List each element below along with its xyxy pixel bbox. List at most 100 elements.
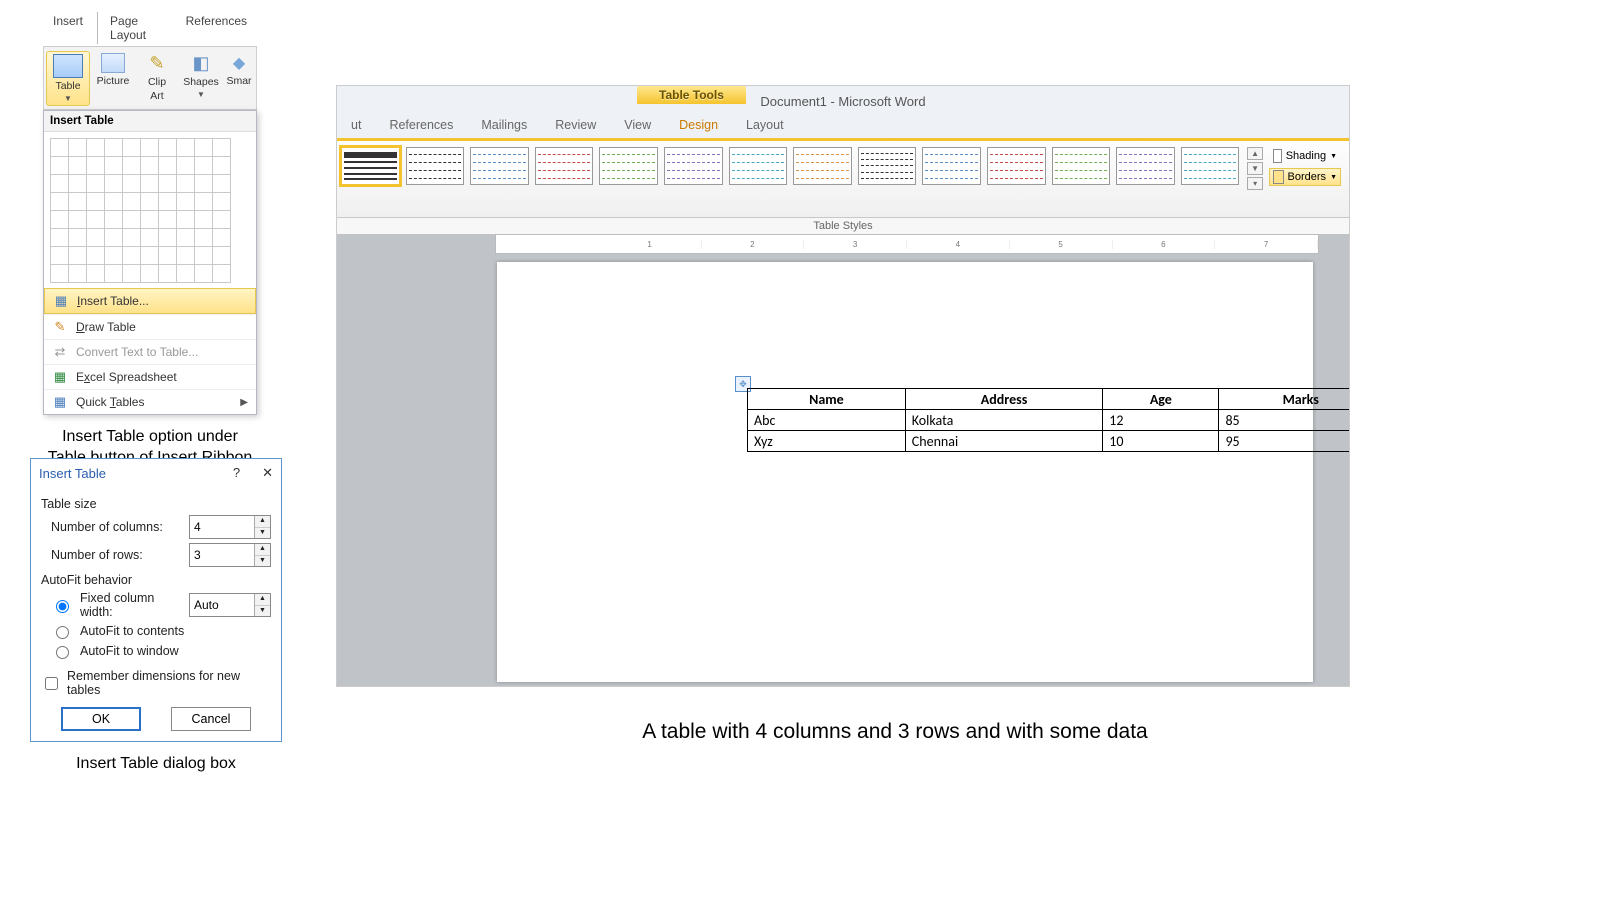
document-table[interactable]: NameAddressAgeMarks AbcKolkata1285XyzChe… [747, 388, 1350, 452]
spin-down-icon[interactable]: ▼ [255, 556, 270, 567]
draw-table-item[interactable]: ✎ Draw Table [44, 314, 256, 339]
grid-cell[interactable] [140, 174, 159, 193]
grid-cell[interactable] [68, 156, 87, 175]
grid-cell[interactable] [104, 174, 123, 193]
grid-cell[interactable] [176, 156, 195, 175]
grid-cell[interactable] [176, 246, 195, 265]
tab-references[interactable]: References [375, 110, 467, 138]
table-row[interactable]: XyzChennai1095 [748, 431, 1351, 452]
grid-cell[interactable] [122, 210, 141, 229]
table-style-thumb[interactable] [1052, 147, 1111, 185]
grid-cell[interactable] [50, 156, 69, 175]
borders-button[interactable]: Borders▼ [1269, 168, 1341, 186]
grid-cell[interactable] [122, 228, 141, 247]
grid-cell[interactable] [194, 174, 213, 193]
grid-cell[interactable] [158, 264, 177, 283]
table-cell[interactable]: Chennai [905, 431, 1102, 452]
gallery-scroll[interactable]: ▲▼▾ [1247, 147, 1263, 190]
grid-cell[interactable] [50, 192, 69, 211]
shapes-button[interactable]: ◧ Shapes ▼ [180, 51, 222, 101]
grid-cell[interactable] [122, 156, 141, 175]
table-style-thumb[interactable] [1116, 147, 1175, 185]
table-style-thumb[interactable] [406, 147, 465, 185]
tab-layout[interactable]: Layout [732, 110, 798, 138]
rows-spinner[interactable]: ▲▼ [189, 543, 271, 567]
grid-cell[interactable] [194, 210, 213, 229]
table-cell[interactable]: Xyz [748, 431, 906, 452]
grid-cell[interactable] [158, 138, 177, 157]
grid-cell[interactable] [158, 210, 177, 229]
grid-cell[interactable] [194, 228, 213, 247]
document-page[interactable]: ✥ NameAddressAgeMarks AbcKolkata1285XyzC… [497, 262, 1313, 682]
grid-cell[interactable] [68, 210, 87, 229]
table-cell[interactable]: Abc [748, 410, 906, 431]
grid-cell[interactable] [104, 192, 123, 211]
clip-art-button[interactable]: ✎ Clip Art [136, 51, 178, 104]
grid-cell[interactable] [68, 228, 87, 247]
radio-autofit-contents[interactable] [56, 626, 69, 639]
tab-cut-ut[interactable]: ut [337, 110, 375, 138]
spin-down-icon[interactable]: ▼ [255, 606, 270, 617]
grid-cell[interactable] [212, 264, 231, 283]
grid-cell[interactable] [140, 228, 159, 247]
grid-cell[interactable] [86, 210, 105, 229]
table-cell[interactable]: 85 [1219, 410, 1350, 431]
tab-design[interactable]: Design [665, 110, 732, 138]
grid-cell[interactable] [86, 192, 105, 211]
columns-spinner[interactable]: ▲▼ [189, 515, 271, 539]
grid-cell[interactable] [104, 210, 123, 229]
table-style-thumb[interactable] [1181, 147, 1240, 185]
fixed-width-spinner[interactable]: ▲▼ [189, 593, 271, 617]
grid-cell[interactable] [50, 174, 69, 193]
table-style-thumb[interactable] [858, 147, 917, 185]
table-size-grid[interactable] [44, 132, 256, 288]
grid-cell[interactable] [158, 246, 177, 265]
grid-cell[interactable] [140, 156, 159, 175]
grid-cell[interactable] [176, 210, 195, 229]
grid-cell[interactable] [140, 138, 159, 157]
grid-cell[interactable] [68, 264, 87, 283]
grid-cell[interactable] [86, 228, 105, 247]
grid-cell[interactable] [158, 228, 177, 247]
table-header-cell[interactable]: Address [905, 389, 1102, 410]
table-style-thumb[interactable] [664, 147, 723, 185]
grid-cell[interactable] [104, 246, 123, 265]
grid-cell[interactable] [50, 264, 69, 283]
grid-cell[interactable] [176, 138, 195, 157]
grid-cell[interactable] [122, 174, 141, 193]
radio-autofit-window[interactable] [56, 646, 69, 659]
grid-cell[interactable] [86, 138, 105, 157]
grid-cell[interactable] [212, 192, 231, 211]
excel-spreadsheet-item[interactable]: ▦ Excel Spreadsheet [44, 364, 256, 389]
grid-cell[interactable] [86, 264, 105, 283]
radio-fixed-width[interactable] [56, 600, 69, 613]
quick-tables-item[interactable]: ▦ Quick Tables ▶ [44, 389, 256, 414]
grid-cell[interactable] [68, 246, 87, 265]
grid-cell[interactable] [86, 246, 105, 265]
grid-cell[interactable] [68, 174, 87, 193]
grid-cell[interactable] [158, 156, 177, 175]
grid-cell[interactable] [50, 246, 69, 265]
spin-down-icon[interactable]: ▼ [255, 528, 270, 539]
grid-cell[interactable] [194, 192, 213, 211]
smartart-button-cut[interactable]: ◆ Smar [224, 51, 254, 89]
close-button[interactable]: ✕ [262, 465, 273, 481]
table-style-thumb[interactable] [470, 147, 529, 185]
checkbox-remember[interactable] [45, 677, 58, 690]
grid-cell[interactable] [86, 156, 105, 175]
grid-cell[interactable] [122, 192, 141, 211]
horizontal-ruler[interactable]: 1234567 [495, 234, 1319, 254]
grid-cell[interactable] [212, 174, 231, 193]
table-cell[interactable]: Kolkata [905, 410, 1102, 431]
spin-up-icon[interactable]: ▲ [255, 544, 270, 556]
table-cell[interactable]: 95 [1219, 431, 1350, 452]
fixed-width-input[interactable] [190, 594, 254, 616]
table-row[interactable]: AbcKolkata1285 [748, 410, 1351, 431]
table-style-thumb[interactable] [535, 147, 594, 185]
grid-cell[interactable] [176, 174, 195, 193]
grid-cell[interactable] [50, 210, 69, 229]
grid-cell[interactable] [104, 264, 123, 283]
table-header-cell[interactable]: Marks [1219, 389, 1350, 410]
grid-cell[interactable] [158, 192, 177, 211]
table-style-thumb[interactable] [922, 147, 981, 185]
